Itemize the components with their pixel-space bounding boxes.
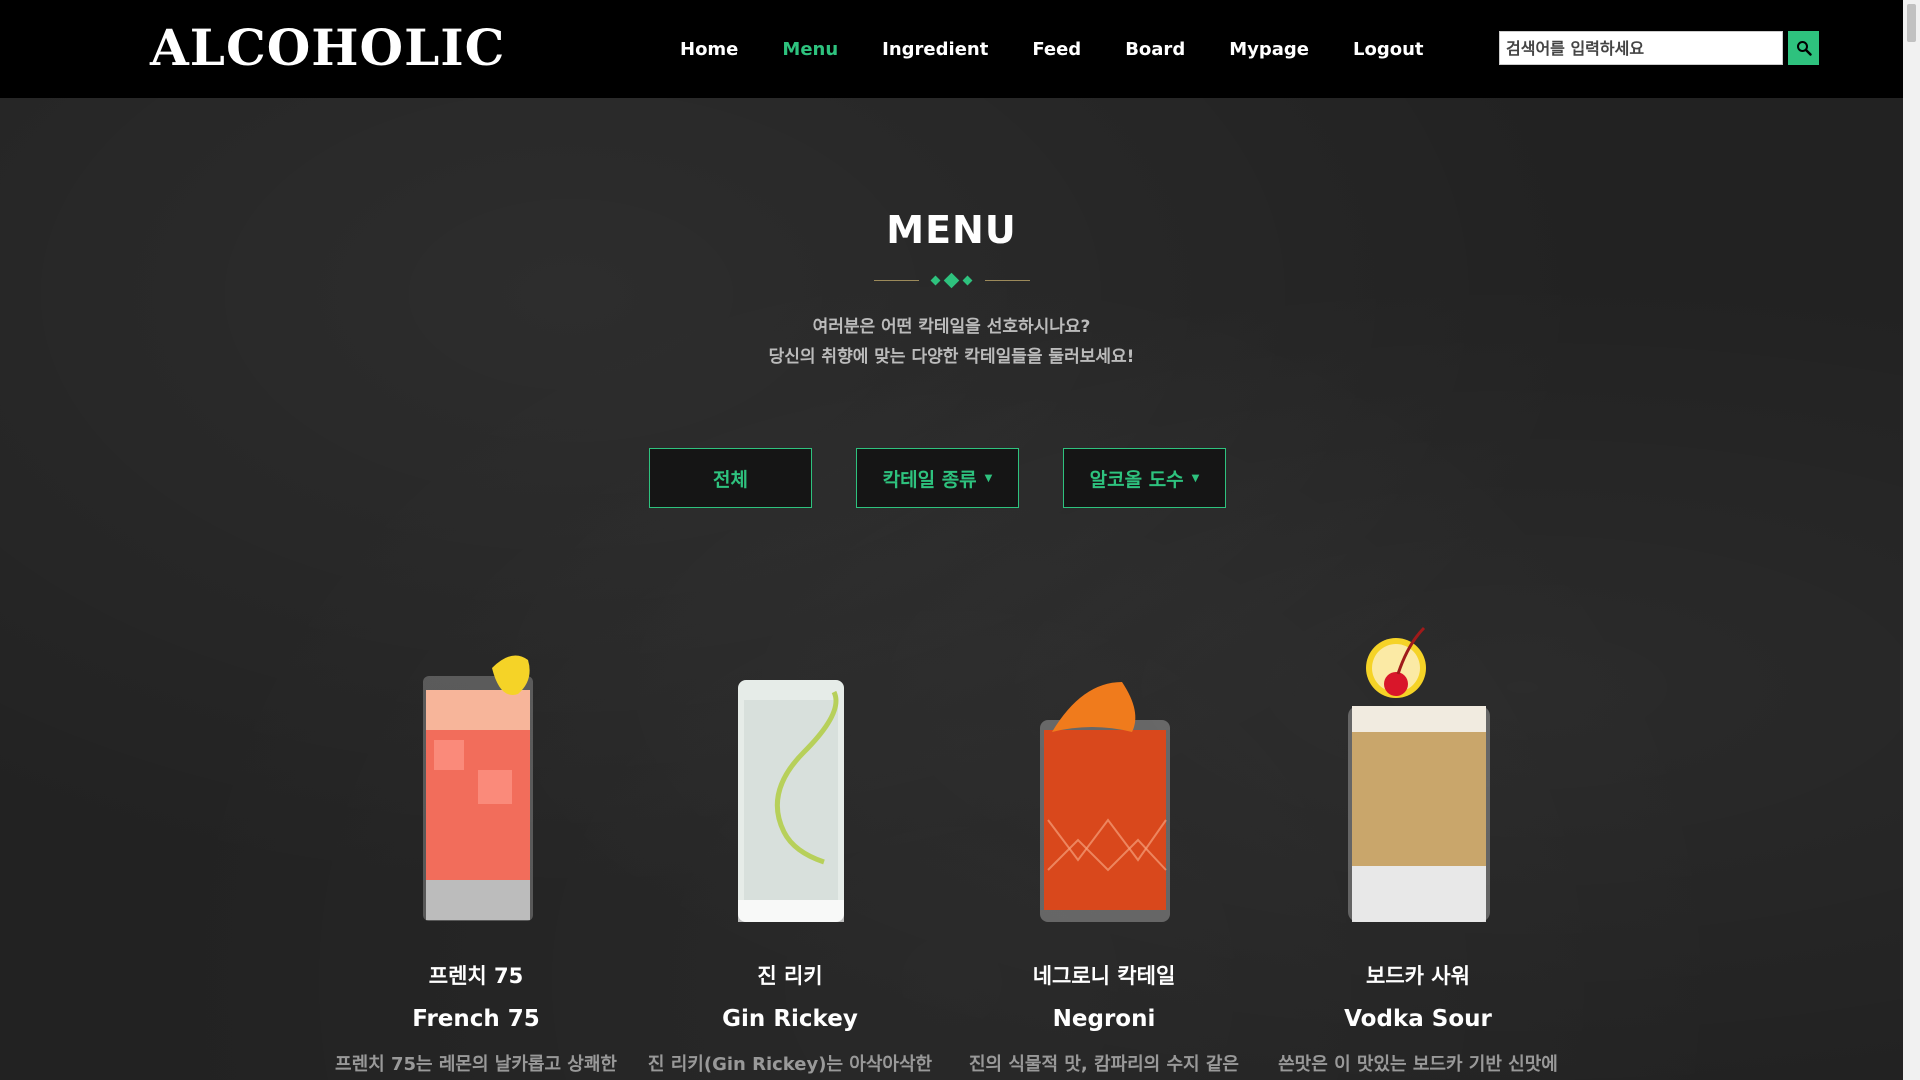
search-button[interactable] [1788,31,1819,65]
search-bar [1499,31,1819,65]
nav-mypage[interactable]: Mypage [1229,39,1309,60]
search-icon [1796,41,1812,56]
nav-home[interactable]: Home [680,39,738,60]
cocktail-description: 쓴맛은 이 맛있는 보드카 기반 신맛에 [1278,1054,1558,1075]
nav-logout[interactable]: Logout [1353,39,1424,60]
subtitle-line-2: 당신의 취향에 맞는 다양한 칵테일들을 둘러보세요! [768,347,1135,367]
cocktail-name-ko: 보드카 사워 [1366,964,1470,988]
nav-board[interactable]: Board [1125,39,1185,60]
cocktail-name-en: Negroni [1052,1006,1156,1032]
filter-abv-dropdown[interactable]: 알코올 도수 ▼ [1063,448,1226,508]
cocktail-name-en: French 75 [412,1006,540,1032]
french-75-image [423,655,533,921]
negroni-image [1040,682,1170,922]
search-input[interactable] [1499,31,1783,65]
site-header: ALCOHOLIC Home Menu Ingredient Feed Boar… [0,0,1903,98]
cocktail-name-en: Vodka Sour [1344,1006,1492,1032]
cocktail-description: 프렌치 75는 레몬의 날카롭고 상쾌한 [335,1054,617,1075]
filter-all-label: 전체 [713,468,748,491]
caret-down-icon: ▼ [984,472,993,484]
filter-all-button[interactable]: 전체 [649,448,812,508]
cocktail-grid: 프렌치 75 French 75 프렌치 75는 레몬의 날카롭고 상쾌한 진 … [320,620,1585,1080]
cocktail-card[interactable]: 진 리키 Gin Rickey 진 리키(Gin Rickey)는 아삭아삭한 [634,620,946,1080]
nav-menu[interactable]: Menu [782,39,838,60]
filter-abv-label: 알코올 도수 [1089,468,1184,491]
page-scrollbar[interactable] [1903,0,1920,1080]
subtitle-line-1: 여러분은 어떤 칵테일을 선호하시나요? [812,317,1091,337]
filter-bar: 전체 칵테일 종류 ▼ 알코올 도수 ▼ [649,448,1270,508]
cocktail-description: 진 리키(Gin Rickey)는 아삭아삭한 [647,1054,933,1075]
cocktail-name-ko: 프렌치 75 [428,964,524,988]
title-divider [874,270,1030,292]
nav-ingredient[interactable]: Ingredient [882,39,988,60]
cocktail-card[interactable]: 보드카 사워 Vodka Sour 쓴맛은 이 맛있는 보드카 기반 신맛에 [1262,620,1574,1080]
cocktail-name-en: Gin Rickey [722,1006,858,1032]
cocktail-name-ko: 네그로니 칵테일 [1032,964,1176,988]
filter-type-label: 칵테일 종류 [882,468,977,491]
gin-rickey-image [738,680,844,922]
nav-feed[interactable]: Feed [1032,39,1081,60]
site-logo[interactable]: ALCOHOLIC [150,18,504,78]
cocktail-card[interactable]: 네그로니 칵테일 Negroni 진의 식물적 맛, 캄파리의 수지 같은 [948,620,1260,1080]
scrollbar-thumb[interactable] [1907,4,1916,42]
cocktail-name-ko: 진 리키 [757,964,823,988]
vodka-sour-image [1348,626,1490,922]
caret-down-icon: ▼ [1191,472,1200,484]
filter-type-dropdown[interactable]: 칵테일 종류 ▼ [856,448,1019,508]
cocktail-description: 진의 식물적 맛, 캄파리의 수지 같은 [968,1054,1239,1075]
page-subtitle: 여러분은 어떤 칵테일을 선호하시나요? 당신의 취향에 맞는 다양한 칵테일들… [0,312,1903,372]
page-title: MENU [886,208,1017,252]
cocktail-card[interactable]: 프렌치 75 French 75 프렌치 75는 레몬의 날카롭고 상쾌한 [320,620,632,1080]
main-nav: Home Menu Ingredient Feed Board Mypage L… [680,0,1468,98]
